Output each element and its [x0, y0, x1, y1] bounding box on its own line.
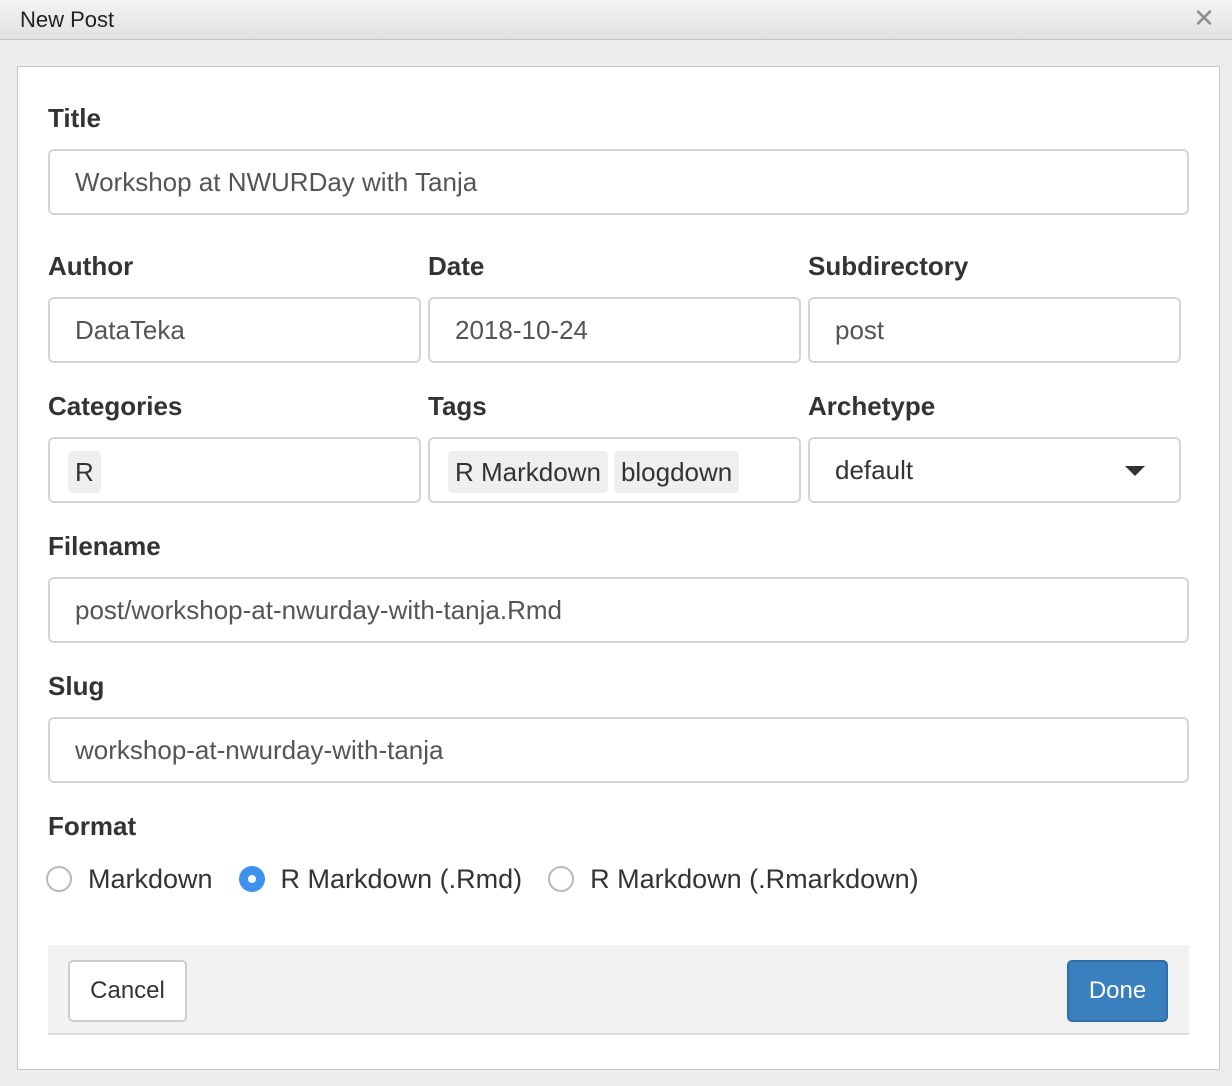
radio-button[interactable]	[46, 866, 72, 892]
author-input[interactable]: DataTeka	[48, 297, 421, 363]
chevron-down-icon	[1125, 466, 1145, 476]
archetype-select[interactable]: default	[808, 437, 1181, 503]
close-icon[interactable]: ✕	[1190, 4, 1218, 32]
format-label: Format	[48, 811, 137, 841]
dialog-footer: Cancel Done	[48, 945, 1189, 1035]
radio-label: R Markdown (.Rmarkdown)	[590, 863, 919, 894]
date-label: Date	[428, 251, 485, 281]
window-titlebar: New Post ✕	[0, 0, 1232, 40]
filename-input[interactable]: post/workshop-at-nwurday-with-tanja.Rmd	[48, 577, 1189, 643]
done-button[interactable]: Done	[1067, 960, 1168, 1022]
radio-label: R Markdown (.Rmd)	[280, 863, 523, 894]
title-input[interactable]: Workshop at NWURDay with Tanja	[48, 149, 1189, 215]
radio-button-checked[interactable]	[238, 866, 265, 892]
cancel-button[interactable]: Cancel	[68, 960, 187, 1022]
new-post-form: Title Workshop at NWURDay with Tanja Aut…	[17, 66, 1220, 1070]
filename-label: Filename	[48, 531, 161, 561]
subdirectory-label: Subdirectory	[808, 251, 969, 281]
format-option-markdown[interactable]: Markdown	[46, 864, 213, 895]
date-input[interactable]: 2018-10-24	[428, 297, 801, 363]
archetype-label: Archetype	[808, 391, 936, 421]
radio-button[interactable]	[548, 866, 575, 892]
tag-chip[interactable]: blogdown	[613, 451, 740, 494]
tags-input[interactable]: R Markdown blogdown	[428, 437, 801, 503]
categories-label: Categories	[48, 391, 183, 421]
author-label: Author	[48, 251, 134, 281]
categories-input[interactable]: R	[48, 437, 421, 503]
radio-label: Markdown	[88, 863, 213, 894]
tag-chip[interactable]: R Markdown	[448, 451, 608, 494]
slug-label: Slug	[48, 671, 105, 701]
title-label: Title	[48, 103, 101, 133]
format-radio-group: Markdown R Markdown (.Rmd) R Markdown (.…	[46, 861, 945, 897]
format-option-rmarkdown[interactable]: R Markdown (.Rmarkdown)	[548, 864, 919, 895]
format-option-rmd[interactable]: R Markdown (.Rmd)	[238, 863, 523, 895]
category-chip[interactable]: R	[68, 451, 101, 494]
archetype-selected-value: default	[835, 455, 914, 485]
subdirectory-input[interactable]: post	[808, 297, 1181, 363]
slug-input[interactable]: workshop-at-nwurday-with-tanja	[48, 717, 1189, 783]
window-title: New Post	[20, 7, 115, 32]
tags-label: Tags	[428, 391, 487, 421]
